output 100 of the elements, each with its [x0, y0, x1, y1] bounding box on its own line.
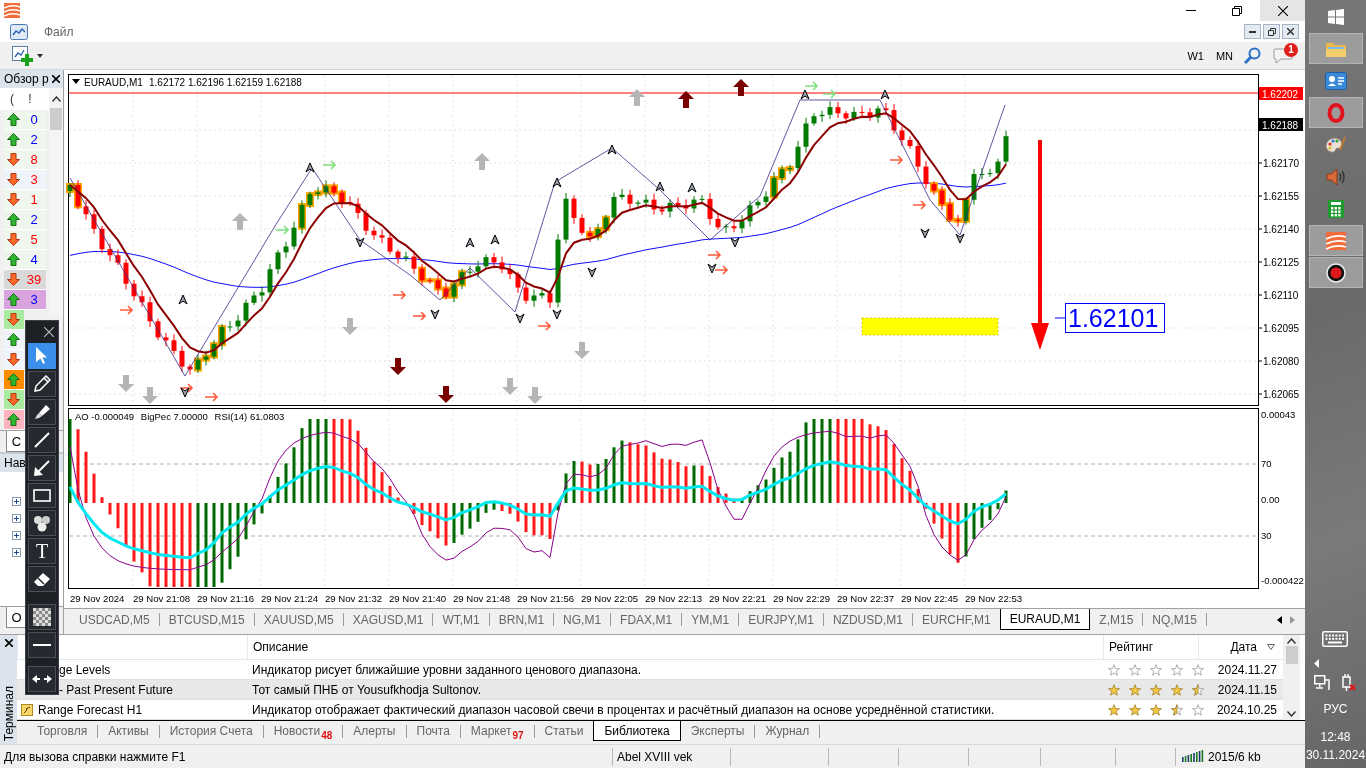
- expand-tool-button[interactable]: [28, 666, 56, 692]
- opacity-tool-button[interactable]: [28, 604, 56, 631]
- record-icon[interactable]: [1325, 262, 1346, 283]
- chart-tab[interactable]: Z,M15: [1090, 609, 1143, 630]
- chart-tab[interactable]: XAGUSD,M1: [343, 609, 433, 630]
- palette-icon[interactable]: [1324, 135, 1347, 154]
- clock-date[interactable]: 30.11.2024: [1305, 746, 1366, 764]
- close-icon[interactable]: [4, 639, 13, 647]
- chart-tab[interactable]: USDCAD,M5: [70, 609, 159, 630]
- dropdown-icon[interactable]: [72, 79, 80, 84]
- speaker-icon[interactable]: [1325, 167, 1346, 186]
- close-button[interactable]: [1260, 0, 1305, 21]
- market-watch-row[interactable]: 8: [4, 150, 46, 170]
- terminal-tab[interactable]: Почта: [406, 721, 460, 741]
- chart-tab[interactable]: NG,M1: [554, 609, 611, 630]
- minimize-button[interactable]: [1244, 24, 1261, 39]
- column-header[interactable]: !: [20, 88, 40, 110]
- close-icon[interactable]: [52, 75, 60, 83]
- new-chart-button[interactable]: [10, 43, 45, 68]
- terminal-tab[interactable]: История Счета: [159, 721, 263, 741]
- market-watch-row[interactable]: 5: [4, 230, 46, 250]
- chart-tab[interactable]: NQ,M15: [1143, 609, 1207, 630]
- highlighter-tool-button[interactable]: [28, 398, 56, 425]
- expand-toggle[interactable]: [12, 531, 21, 540]
- panel-tab[interactable]: О: [6, 607, 27, 628]
- sort-icon[interactable]: [1267, 644, 1275, 650]
- down-arrow-icon: [438, 386, 454, 403]
- line-tool-button[interactable]: [28, 426, 56, 453]
- timeframe-button[interactable]: W1: [1182, 46, 1209, 65]
- four-tiles-icon[interactable]: [1327, 8, 1344, 25]
- scroll-thumb[interactable]: [50, 108, 63, 130]
- terminal-tab[interactable]: Алерты: [343, 721, 406, 741]
- plug-icon[interactable]: [1340, 674, 1357, 692]
- market-watch-row[interactable]: 2: [4, 210, 46, 230]
- scrollbar[interactable]: [49, 88, 63, 318]
- library-row[interactable]: Range Forecast H1 Индикатор отображает фактический диапазон часовой свечи в процентах и расчётный диапазон на основе усреднённой статистики. 2024.10.25: [17, 700, 1283, 720]
- chart-tab[interactable]: NZDUSD,M1: [823, 609, 912, 630]
- time-axis-label: 29 Nov 21:40: [389, 593, 447, 604]
- eraser-tool-button[interactable]: [28, 566, 56, 593]
- chart-tab[interactable]: BRN,M1: [489, 609, 554, 630]
- language-indicator[interactable]: РУС: [1323, 702, 1348, 716]
- text-tool-button[interactable]: T: [28, 538, 56, 565]
- market-watch-row[interactable]: 1: [4, 190, 46, 210]
- expand-toggle[interactable]: [12, 548, 21, 557]
- card-icon[interactable]: [1324, 71, 1347, 90]
- restore-button[interactable]: [1263, 24, 1280, 39]
- clock-time[interactable]: 12:48: [1320, 728, 1351, 746]
- chart-tab[interactable]: WT,M1: [433, 609, 489, 630]
- notifications-button[interactable]: 1: [1269, 45, 1297, 66]
- calculator-icon[interactable]: [1327, 199, 1344, 218]
- stripes-icon[interactable]: [1325, 231, 1346, 250]
- rectangle-tool-button[interactable]: [28, 482, 56, 509]
- market-watch-row[interactable]: 39: [4, 270, 46, 290]
- terminal-tab[interactable]: Библиотека: [593, 721, 681, 741]
- chart-tab[interactable]: FDAX,M1: [611, 609, 682, 630]
- pencil-tool-button[interactable]: [28, 370, 56, 397]
- scroll-down-icon: [1287, 711, 1296, 717]
- terminal-tab[interactable]: Статьи: [534, 721, 594, 741]
- market-watch-row[interactable]: 3: [4, 290, 46, 310]
- taskbar-button[interactable]: [1308, 257, 1363, 288]
- arrow-tool-button[interactable]: [28, 454, 56, 481]
- right-arrow-icon: [392, 290, 407, 300]
- thickness-tool-button[interactable]: [28, 632, 56, 659]
- chart-tab[interactable]: BTCUSD,M15: [159, 609, 254, 630]
- menu-item[interactable]: Файл: [40, 22, 78, 41]
- chart-tab[interactable]: YM,M1: [682, 609, 739, 630]
- scroll-thumb[interactable]: [1285, 646, 1298, 664]
- market-watch-row[interactable]: 4: [4, 250, 46, 270]
- chart-tab[interactable]: EURCHF,M1: [912, 609, 1000, 630]
- column-header[interactable]: (: [4, 88, 20, 110]
- market-watch-row[interactable]: 0: [4, 110, 46, 130]
- expand-toggle[interactable]: [12, 514, 21, 523]
- library-row[interactable]: - Past Present Future Тот самый ПНБ от Yousufkhodja Sultonov. 2024.11.15: [17, 680, 1283, 700]
- timeframe-button[interactable]: MN: [1210, 46, 1238, 65]
- cursor-tool-button[interactable]: [28, 342, 56, 369]
- chart-tab[interactable]: XAUUSD,M5: [254, 609, 343, 630]
- chart-ohlc: 1.62172 1.62196 1.62159 1.62188: [149, 77, 302, 88]
- column-header[interactable]: Описание: [247, 635, 1103, 659]
- terminal-tab[interactable]: Журнал: [755, 721, 820, 741]
- search-icon: [1244, 47, 1261, 64]
- market-watch-row[interactable]: 2: [4, 130, 46, 150]
- terminal-tab[interactable]: Торговля: [27, 721, 98, 741]
- expand-toggle[interactable]: [12, 497, 21, 506]
- close-button[interactable]: [1282, 24, 1299, 39]
- numbers-tool-button[interactable]: [28, 510, 56, 537]
- column-header[interactable]: Рейтинг: [1103, 635, 1198, 659]
- monitor-icon[interactable]: [1314, 675, 1331, 691]
- down-arrow[interactable]: [1031, 140, 1049, 350]
- keyboard-icon[interactable]: [1322, 631, 1349, 647]
- scroll-left-icon[interactable]: [1277, 615, 1282, 624]
- column-header[interactable]: Дата: [1230, 640, 1257, 654]
- terminal-tab[interactable]: Эксперты: [680, 721, 755, 741]
- panel-tab[interactable]: С: [6, 431, 27, 452]
- scrollbar[interactable]: [1283, 635, 1300, 720]
- chart-tab[interactable]: EURJPY,M1: [739, 609, 823, 630]
- market-watch-row[interactable]: 3: [4, 170, 46, 190]
- chart-tab[interactable]: EURAUD,M1: [999, 609, 1091, 630]
- arrowhead-icon: [465, 237, 475, 248]
- caret-icon[interactable]: [1313, 659, 1319, 668]
- terminal-tab[interactable]: Активы: [98, 721, 159, 741]
